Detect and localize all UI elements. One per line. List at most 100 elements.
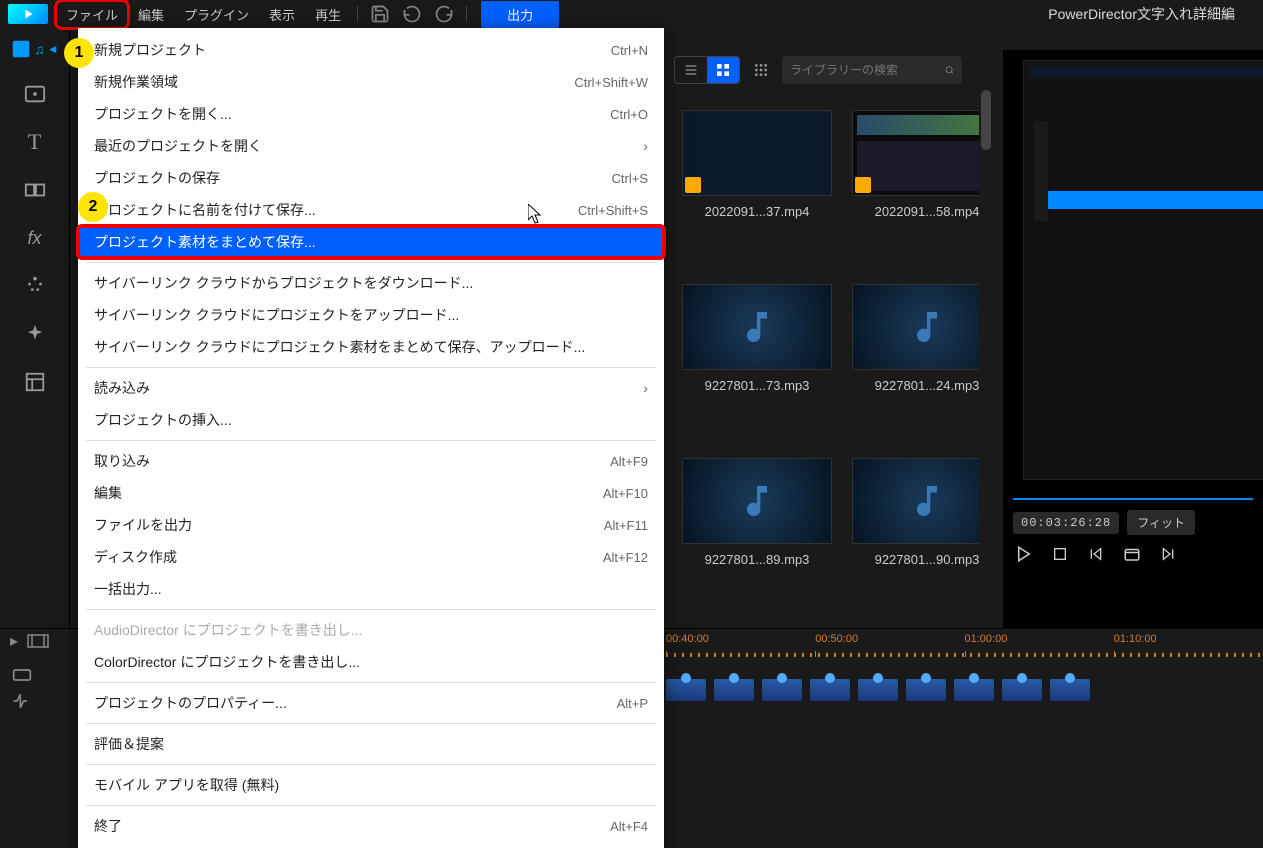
timeline-ruler[interactable]: 00:40:00 00:50:00 01:00:00 01:10:00 bbox=[666, 633, 1263, 653]
separator bbox=[86, 440, 656, 441]
output-button[interactable]: 出力 bbox=[481, 1, 559, 28]
separator bbox=[357, 6, 358, 22]
menu-cloud-download[interactable]: サイバーリンク クラウドからプロジェクトをダウンロード... bbox=[78, 267, 664, 299]
timeline-clip[interactable] bbox=[1002, 679, 1042, 701]
menu-recent-projects[interactable]: 最近のプロジェクトを開く› bbox=[78, 130, 664, 162]
item-label: 9227801...90.mp3 bbox=[875, 552, 980, 567]
timeline-collapse-icon[interactable]: ▸ bbox=[10, 631, 18, 651]
timeline-clip[interactable] bbox=[954, 679, 994, 701]
separator bbox=[86, 764, 656, 765]
timeline-zoom-icon[interactable] bbox=[26, 633, 50, 649]
separator bbox=[86, 609, 656, 610]
next-frame-button[interactable] bbox=[1157, 543, 1179, 565]
menu-view[interactable]: 表示 bbox=[259, 1, 305, 28]
tab-selector[interactable]: ♫ ◄ bbox=[10, 38, 58, 60]
timeline-clip[interactable] bbox=[714, 679, 754, 701]
library-item[interactable]: 2022091...58.mp4 bbox=[852, 110, 993, 264]
menu-edit-mode[interactable]: 編集Alt+F10 bbox=[78, 477, 664, 509]
audio-track-icon[interactable] bbox=[10, 691, 34, 711]
separator bbox=[86, 682, 656, 683]
timeline-clip[interactable] bbox=[906, 679, 946, 701]
timeline-tick: 01:00:00 bbox=[965, 633, 1114, 653]
menu-get-mobile-app[interactable]: モバイル アプリを取得 (無料) bbox=[78, 769, 664, 801]
item-label: 9227801...89.mp3 bbox=[705, 552, 810, 567]
stop-button[interactable] bbox=[1049, 543, 1071, 565]
rail-template-icon[interactable] bbox=[21, 368, 49, 396]
rail-sparkle-icon[interactable] bbox=[21, 320, 49, 348]
mouse-cursor-icon bbox=[528, 204, 544, 224]
video-track-icon[interactable] bbox=[10, 665, 34, 685]
file-menu-dropdown: 新規プロジェクトCtrl+N 新規作業領域Ctrl+Shift+W プロジェクト… bbox=[78, 28, 664, 848]
scrollbar-thumb[interactable] bbox=[981, 90, 991, 150]
timeline-clip[interactable] bbox=[1050, 679, 1090, 701]
menu-export-colordirector[interactable]: ColorDirector にプロジェクトを書き出し... bbox=[78, 646, 664, 678]
save-icon[interactable] bbox=[370, 4, 390, 24]
menu-edit[interactable]: 編集 bbox=[128, 1, 174, 28]
preview-scrubber[interactable] bbox=[1013, 498, 1253, 500]
separator bbox=[86, 367, 656, 368]
menu-new-workspace[interactable]: 新規作業領域Ctrl+Shift+W bbox=[78, 66, 664, 98]
separator bbox=[86, 723, 656, 724]
grid-size-button[interactable] bbox=[748, 57, 774, 83]
menu-create-disc[interactable]: ディスク作成Alt+F12 bbox=[78, 541, 664, 573]
menu-plugin[interactable]: プラグイン bbox=[174, 1, 259, 28]
rail-fx-icon[interactable]: fx bbox=[21, 224, 49, 252]
menu-file[interactable]: ファイル bbox=[56, 1, 128, 28]
separator bbox=[466, 6, 467, 22]
music-note-icon bbox=[907, 481, 947, 521]
menu-capture[interactable]: 取り込みAlt+F9 bbox=[78, 445, 664, 477]
play-button[interactable] bbox=[1013, 543, 1035, 565]
library-item[interactable]: 9227801...24.mp3 bbox=[852, 284, 993, 438]
thumbnail bbox=[682, 110, 832, 196]
library-scrollbar[interactable]: ▲ bbox=[979, 90, 993, 628]
menu-produce[interactable]: ファイルを出力Alt+F11 bbox=[78, 509, 664, 541]
annotation-callout-1: 1 bbox=[64, 38, 94, 68]
menu-cloud-upload[interactable]: サイバーリンク クラウドにプロジェクトをアップロード... bbox=[78, 299, 664, 331]
menu-rate-suggest[interactable]: 評価＆提案 bbox=[78, 728, 664, 760]
rail-transition-icon[interactable] bbox=[21, 176, 49, 204]
thumbnail bbox=[852, 458, 993, 544]
grid-view-button[interactable] bbox=[707, 57, 739, 83]
search-icon bbox=[945, 62, 954, 78]
menu-insert-project[interactable]: プロジェクトの挿入... bbox=[78, 404, 664, 436]
person-badge-icon bbox=[685, 177, 701, 193]
menu-save-as[interactable]: プロジェクトに名前を付けて保存...Ctrl+Shift+S bbox=[78, 194, 664, 226]
menu-project-properties[interactable]: プロジェクトのプロパティー...Alt+P bbox=[78, 687, 664, 719]
rail-video-icon[interactable] bbox=[21, 80, 49, 108]
separator bbox=[86, 805, 656, 806]
chevron-right-icon: › bbox=[643, 138, 648, 154]
timecode-display: 00:03:26:28 bbox=[1013, 512, 1119, 534]
library-item[interactable]: 9227801...90.mp3 bbox=[852, 458, 993, 612]
menu-cloud-pack-upload[interactable]: サイバーリンク クラウドにプロジェクト素材をまとめて保存、アップロード... bbox=[78, 331, 664, 363]
redo-icon[interactable] bbox=[434, 4, 454, 24]
menu-batch-produce[interactable]: 一括出力... bbox=[78, 573, 664, 605]
prev-frame-button[interactable] bbox=[1085, 543, 1107, 565]
undo-icon[interactable] bbox=[402, 4, 422, 24]
rail-particle-icon[interactable] bbox=[21, 272, 49, 300]
music-note-icon bbox=[907, 307, 947, 347]
timeline-clip[interactable] bbox=[666, 679, 706, 701]
search-input[interactable] bbox=[790, 63, 945, 77]
library-grid: 2022091...37.mp4 2022091...58.mp4 922780… bbox=[666, 94, 993, 628]
rail-text-icon[interactable]: T bbox=[21, 128, 49, 156]
snapshot-button[interactable] bbox=[1121, 543, 1143, 565]
menu-open-project[interactable]: プロジェクトを開く...Ctrl+O bbox=[78, 98, 664, 130]
menu-play[interactable]: 再生 bbox=[305, 1, 351, 28]
menu-import[interactable]: 読み込み› bbox=[78, 372, 664, 404]
menu-pack-project-materials[interactable]: プロジェクト素材をまとめて保存... bbox=[78, 226, 664, 258]
menu-save-project[interactable]: プロジェクトの保存Ctrl+S bbox=[78, 162, 664, 194]
timeline-clip[interactable] bbox=[762, 679, 802, 701]
menu-exit[interactable]: 終了Alt+F4 bbox=[78, 810, 664, 842]
library-item[interactable]: 2022091...37.mp4 bbox=[682, 110, 832, 264]
view-toggle bbox=[674, 56, 740, 84]
search-box[interactable] bbox=[782, 56, 962, 84]
library-header bbox=[666, 50, 993, 90]
chevron-left-icon: ◄ bbox=[47, 42, 59, 56]
library-item[interactable]: 9227801...89.mp3 bbox=[682, 458, 832, 612]
list-view-button[interactable] bbox=[675, 57, 707, 83]
fit-button[interactable]: フィット bbox=[1127, 510, 1195, 535]
timeline-clip[interactable] bbox=[858, 679, 898, 701]
menu-new-project[interactable]: 新規プロジェクトCtrl+N bbox=[78, 34, 664, 66]
timeline-clip[interactable] bbox=[810, 679, 850, 701]
library-item[interactable]: 9227801...73.mp3 bbox=[682, 284, 832, 438]
